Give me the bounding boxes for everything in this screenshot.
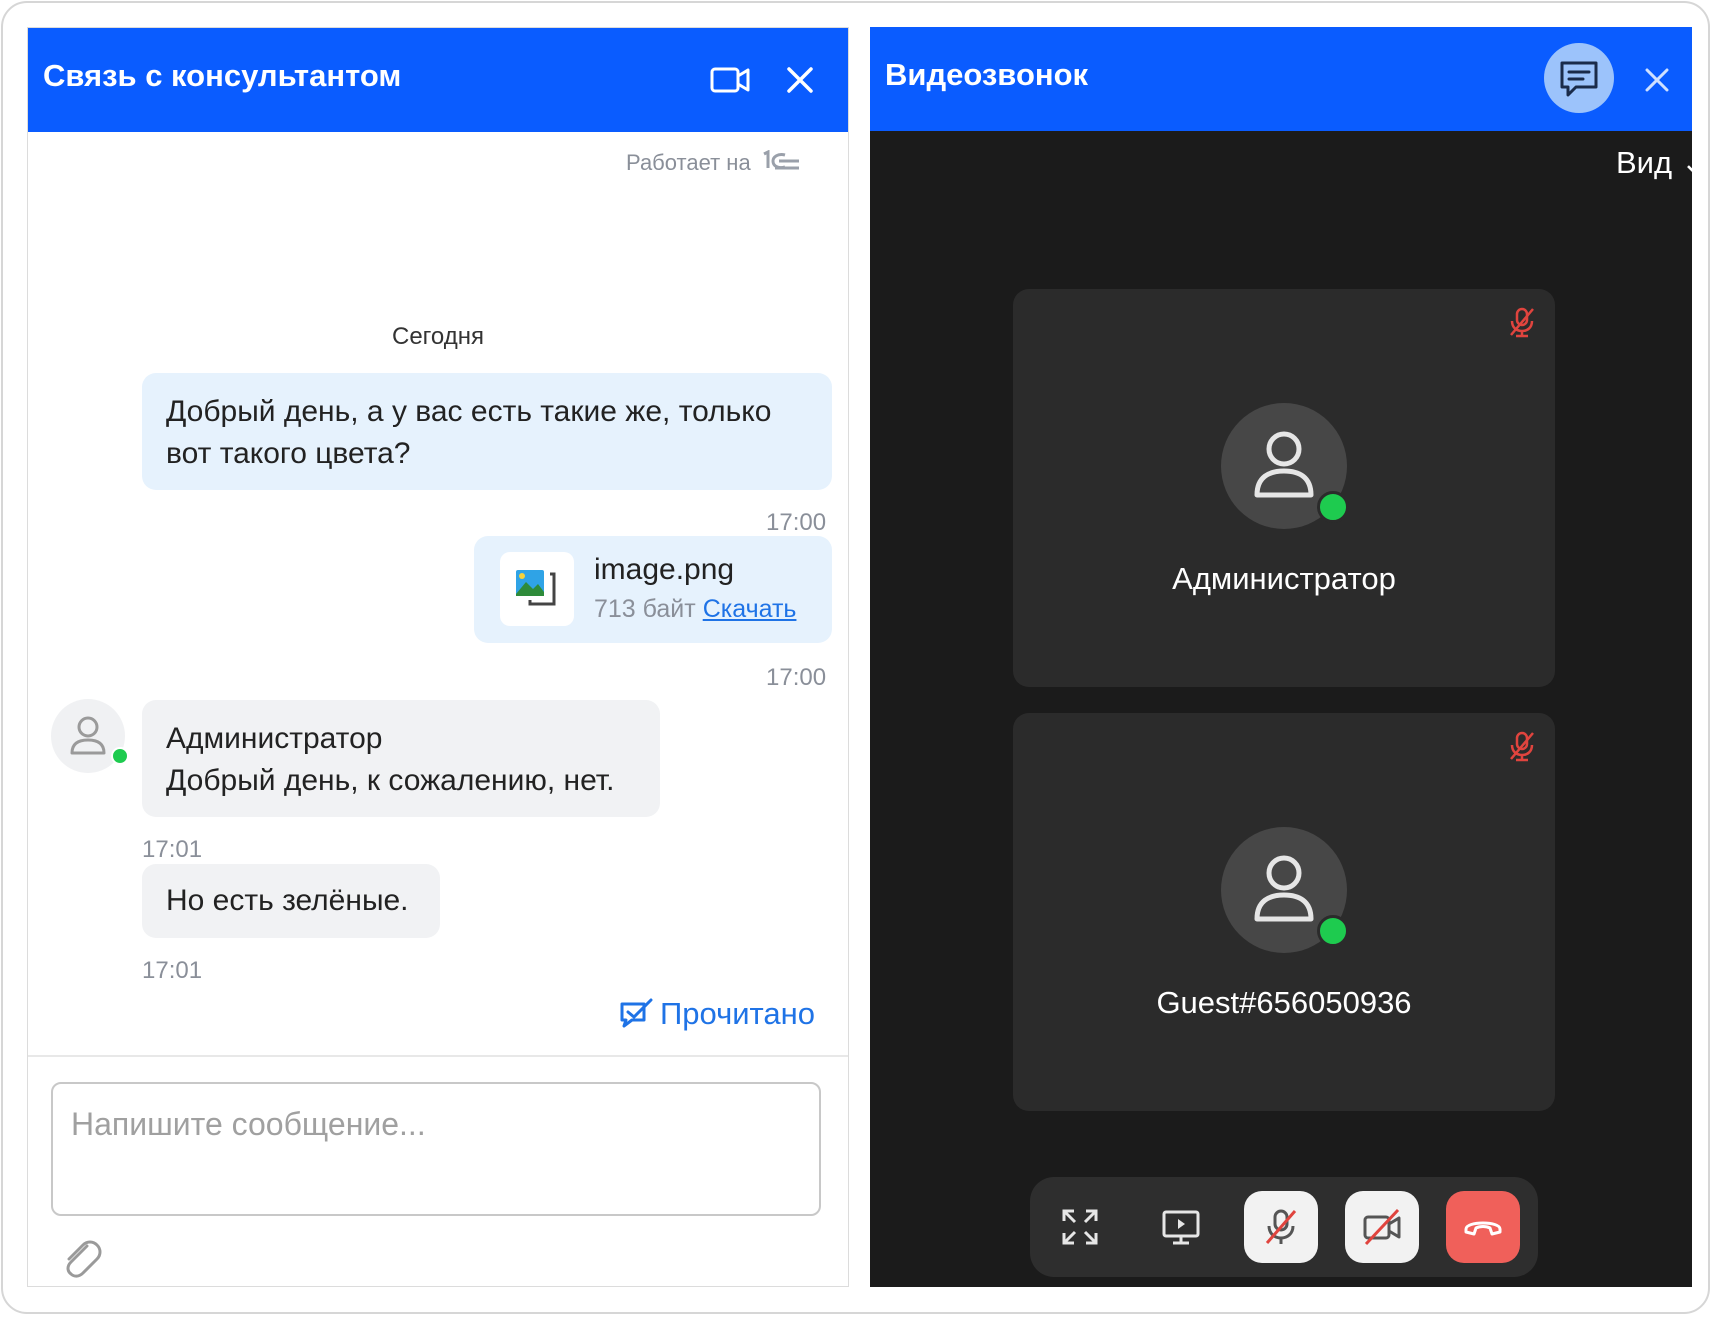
file-size: 713 байт [594, 595, 696, 623]
participant-name: Администратор [1172, 561, 1396, 596]
message-text: Но есть зелёные. [166, 884, 409, 917]
download-link[interactable]: Скачать [703, 595, 797, 623]
message-time: 17:01 [142, 957, 203, 984]
video-call-panel: Видеозвонок Вид ⌄ А [870, 27, 1692, 1287]
file-name: image.png [594, 553, 735, 586]
chevron-down-icon: ⌄ [1681, 145, 1692, 180]
file-info: 713 байт Скачать [594, 594, 796, 624]
screen-share-button[interactable] [1144, 1191, 1218, 1263]
chat-widget: Связь с консультантом Работает на Сегодн… [27, 27, 849, 1287]
participant-tile: Guest#656050936 [1013, 713, 1555, 1111]
message-author: Администратор [166, 722, 383, 755]
file-thumbnail[interactable] [500, 552, 574, 626]
online-status-dot [1317, 491, 1349, 523]
video-title: Видеозвонок [885, 57, 1089, 92]
read-check-icon [620, 998, 653, 1028]
participant-name: Guest#656050936 [1156, 985, 1412, 1020]
operator-avatar [51, 699, 129, 773]
mic-muted-icon [1510, 731, 1534, 762]
message-time: 17:00 [766, 509, 827, 536]
message-text: Добрый день, а у вас есть такие же, толь… [166, 395, 772, 470]
camera-off-icon [1363, 1208, 1401, 1246]
view-mode-label: Вид [1616, 145, 1673, 180]
image-file-icon [516, 570, 556, 606]
message-bubble-incoming: Администратор Добрый день, к сожалению, … [142, 700, 660, 817]
view-mode-select[interactable]: Вид ⌄ [1616, 145, 1692, 181]
close-chat-button[interactable] [780, 60, 820, 100]
paperclip-icon [66, 1240, 102, 1278]
powered-by: Работает на [626, 149, 801, 178]
toggle-mic-button[interactable] [1244, 1191, 1318, 1263]
chat-title: Связь с консультантом [43, 58, 402, 93]
mic-muted-icon [1510, 307, 1534, 338]
online-status-dot [1317, 915, 1349, 947]
message-text: Добрый день, к сожалению, нет. [166, 764, 615, 797]
composer-divider [28, 1055, 848, 1057]
call-controls-bar [1030, 1177, 1538, 1277]
read-status-label: Прочитано [660, 996, 815, 1031]
read-status: Прочитано [618, 996, 815, 1032]
video-camera-icon [710, 67, 750, 93]
close-icon [787, 67, 813, 93]
screen-share-icon [1162, 1210, 1200, 1245]
online-status-dot [111, 747, 129, 765]
hang-up-icon [1464, 1221, 1502, 1236]
chat-header: Связь с консультантом [28, 28, 848, 132]
message-input[interactable] [51, 1082, 821, 1216]
hang-up-button[interactable] [1446, 1191, 1520, 1263]
toggle-chat-button[interactable] [1544, 43, 1614, 113]
powered-by-label: Работает на [626, 150, 751, 175]
start-video-button[interactable] [708, 58, 752, 102]
participant-tile: Администратор [1013, 289, 1555, 687]
fullscreen-icon [1062, 1209, 1098, 1245]
participant-avatar [1221, 403, 1349, 529]
participant-avatar [1221, 827, 1349, 953]
close-video-button[interactable] [1640, 63, 1674, 97]
message-time: 17:00 [766, 664, 827, 691]
video-header: Видеозвонок [870, 27, 1692, 131]
chat-bubble-icon [1560, 61, 1598, 97]
fullscreen-button[interactable] [1043, 1191, 1117, 1263]
attach-file-button[interactable] [57, 1234, 105, 1282]
close-icon [1645, 68, 1669, 92]
message-bubble-incoming: Но есть зелёные. [142, 864, 440, 938]
file-message-bubble: image.png 713 байт Скачать [474, 536, 832, 643]
message-bubble-outgoing: Добрый день, а у вас есть такие же, толь… [142, 373, 832, 490]
message-time: 17:01 [142, 836, 203, 863]
1c-logo-icon [761, 149, 801, 178]
mic-off-icon [1265, 1209, 1297, 1244]
date-separator: Сегодня [392, 323, 484, 350]
toggle-camera-button[interactable] [1345, 1191, 1419, 1263]
